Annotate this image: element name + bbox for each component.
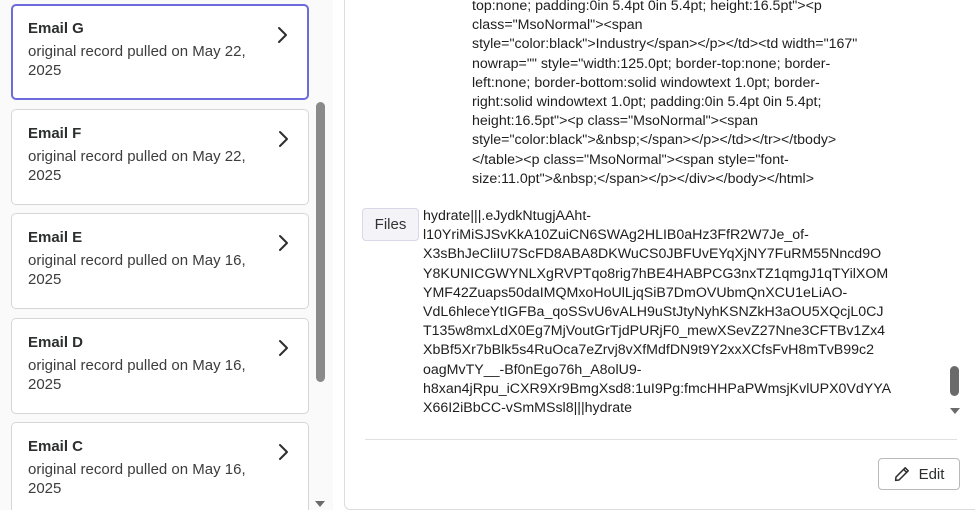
email-card-e[interactable]: Email E original record pulled on May 16… bbox=[11, 213, 309, 309]
html-source-line: style="color:black">&nbsp;</span></p></t… bbox=[472, 132, 837, 149]
files-value-line: X66I2iBbCC-vSmMSsl8|||hydrate bbox=[423, 400, 632, 417]
email-html-source: top:none; padding:0in 5.4pt 0in 5.4pt; h… bbox=[472, 0, 942, 189]
email-subtitle: original record pulled on May 22, 2025 bbox=[28, 148, 246, 184]
html-source-line: left:none; border-bottom:solid windowtex… bbox=[472, 74, 820, 91]
html-source-line: </table><p class="MsoNormal"><span style… bbox=[472, 151, 789, 168]
files-value-line: l10YriMiSJSvKkA10ZuiCN6SWAg2HLIB0aHz3FfR… bbox=[423, 227, 809, 244]
edit-button-label: Edit bbox=[918, 465, 945, 483]
detail-scrollbar-thumb[interactable] bbox=[950, 366, 959, 396]
email-card-d[interactable]: Email D original record pulled on May 16… bbox=[11, 318, 309, 414]
chevron-right-icon bbox=[279, 131, 288, 147]
files-value-line: VdL6hleceYtIGFBa_qoSSvU6vALH9uStJtyNyhKS… bbox=[423, 304, 884, 321]
edit-button[interactable]: Edit bbox=[878, 458, 960, 490]
email-subtitle: original record pulled on May 16, 2025 bbox=[28, 252, 246, 288]
scroll-down-arrow-icon[interactable] bbox=[949, 406, 961, 416]
scroll-down-arrow-icon[interactable] bbox=[314, 499, 326, 509]
files-value-line: oagMvTY__-Bf0nEgo76h_A8olU9- bbox=[423, 361, 642, 378]
files-value-line: Y8KUNICGWYNLXgRVPTqo8rig7hBE4HABPCG3nxTZ… bbox=[423, 265, 889, 282]
email-list-pane: Email G original record pulled on May 22… bbox=[0, 0, 333, 510]
files-value-line: T135w8mxLdX0Eg7MjVoutGrTjdPURjF0_mewXSev… bbox=[423, 323, 886, 340]
files-value-line: XbBf5Xr7bBlk5s4RuOca7eZrvj8vXfMdfDN9t9Y2… bbox=[423, 342, 875, 359]
chevron-right-icon bbox=[278, 27, 287, 43]
html-source-line: top:none; padding:0in 5.4pt 0in 5.4pt; h… bbox=[472, 0, 822, 14]
email-card-g[interactable]: Email G original record pulled on May 22… bbox=[11, 4, 309, 100]
html-source-line: class="MsoNormal"><span bbox=[472, 17, 643, 34]
email-subtitle: original record pulled on May 16, 2025 bbox=[28, 357, 246, 393]
email-title: Email E bbox=[28, 229, 83, 246]
chevron-right-icon bbox=[279, 340, 288, 356]
email-list-scrollbar-thumb[interactable] bbox=[316, 102, 325, 382]
html-source-line: nowrap="" style="width:125.0pt; border-t… bbox=[472, 55, 831, 72]
email-title: Email D bbox=[28, 334, 84, 351]
email-detail-pane: top:none; padding:0in 5.4pt 0in 5.4pt; h… bbox=[344, 0, 975, 510]
email-title: Email C bbox=[28, 438, 84, 455]
files-label-badge: Files bbox=[362, 208, 419, 241]
pencil-icon bbox=[894, 467, 909, 482]
files-value-line: h8xan4jRpu_iCXR9Xr9BmgXsd8:1uI9Pg:fmcHHP… bbox=[423, 380, 892, 397]
files-value-line: YMF42Zuaps50daIMQMxoHoUlLjqSiB7DmOVUbmQn… bbox=[423, 284, 848, 301]
files-value-line: hydrate|||.eJydkNtugjAAht- bbox=[423, 208, 591, 224]
html-source-line: height:16.5pt"><p class="MsoNormal"><spa… bbox=[472, 113, 759, 130]
files-value-line: X3sBhJeCliIU7ScFD8ABA8DKWuCS0JBFUvEYqXjN… bbox=[423, 246, 882, 263]
email-card-c[interactable]: Email C original record pulled on May 16… bbox=[11, 422, 309, 510]
email-subtitle: original record pulled on May 22, 2025 bbox=[28, 43, 246, 79]
html-source-line: style="color:black">Industry</span></p><… bbox=[472, 36, 858, 53]
chevron-right-icon bbox=[279, 444, 288, 460]
html-source-line: size:11.0pt">&nbsp;</span></p></div></bo… bbox=[472, 170, 814, 187]
email-subtitle: original record pulled on May 16, 2025 bbox=[28, 461, 246, 497]
email-card-f[interactable]: Email F original record pulled on May 22… bbox=[11, 109, 309, 205]
email-title: Email F bbox=[28, 125, 82, 142]
section-divider bbox=[365, 439, 957, 440]
chevron-right-icon bbox=[279, 235, 288, 251]
html-source-line: right:solid windowtext 1.0pt; padding:0i… bbox=[472, 94, 822, 111]
files-value: hydrate|||.eJydkNtugjAAht- l10YriMiSJSvK… bbox=[423, 207, 948, 418]
email-title: Email G bbox=[28, 20, 84, 37]
